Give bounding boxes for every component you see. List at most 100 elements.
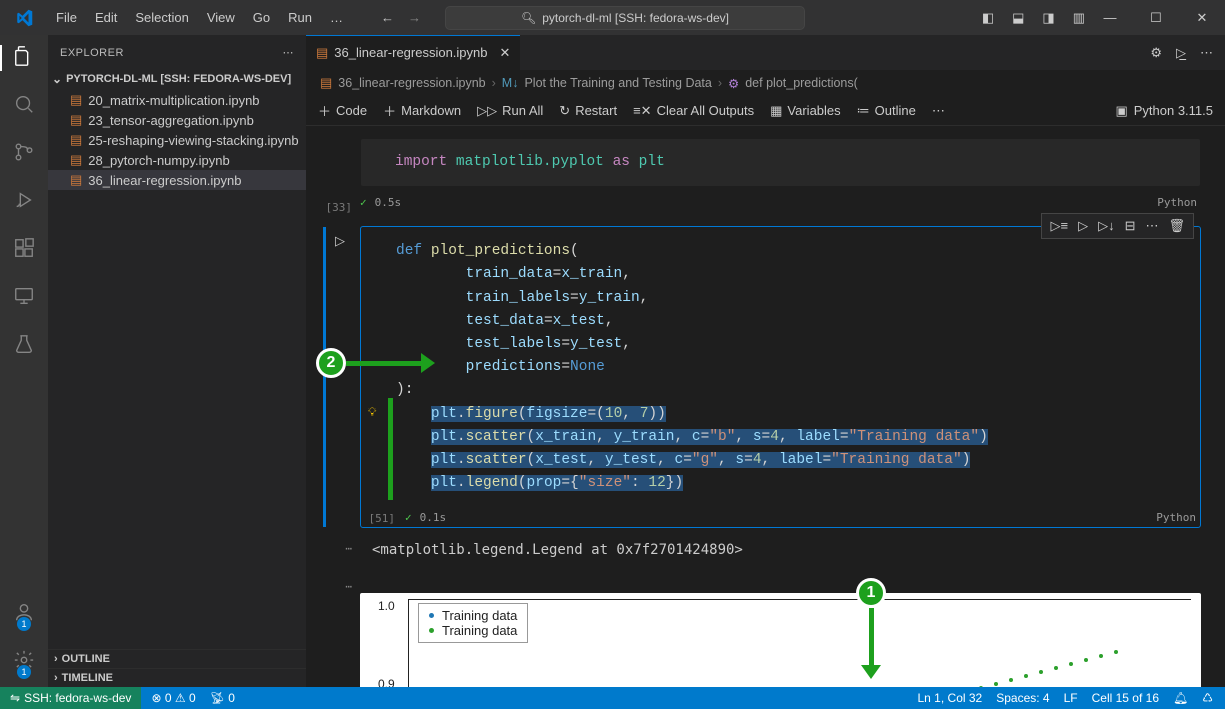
extensions-icon[interactable] <box>13 237 35 265</box>
toolbar-more-icon[interactable]: ⋯ <box>932 103 945 119</box>
cell-lang: Python <box>1157 196 1197 209</box>
vscode-logo-icon <box>0 9 48 27</box>
window-maximize-icon[interactable]: ☐ <box>1133 0 1179 35</box>
menu-edit[interactable]: Edit <box>87 6 125 29</box>
source-control-icon[interactable] <box>13 141 35 169</box>
search-icon: 🔍︎ <box>521 11 536 25</box>
notebook-content[interactable]: import matplotlib.pyplot as plt [33] ✓0.… <box>306 126 1225 687</box>
notebook-icon: ▤ <box>320 75 332 91</box>
notebook-icon: ▤ <box>70 152 82 168</box>
feedback-icon[interactable]: ♺ <box>1202 691 1213 705</box>
code-cell-focused[interactable]: ▷ ▷≡ ▷ ▷↓ ⊟ ⋯ 🗑︎ 💡︎ def plot_predictions… <box>306 226 1225 528</box>
outline-button[interactable]: ≔Outline <box>857 103 916 119</box>
window-close-icon[interactable]: ✕ <box>1179 0 1225 35</box>
notebook-icon: ▤ <box>70 112 82 128</box>
lightbulb-icon[interactable]: 💡︎ <box>368 404 376 423</box>
explorer-icon[interactable] <box>13 45 35 73</box>
restart-button[interactable]: ↻Restart <box>559 103 617 119</box>
testing-icon[interactable] <box>13 333 35 361</box>
notebook-settings-icon[interactable]: ⚙ <box>1150 45 1162 61</box>
command-center-search[interactable]: 🔍︎ pytorch-dl-ml [SSH: fedora-ws-dev] <box>445 6 805 30</box>
clear-outputs-button[interactable]: ≡✕Clear All Outputs <box>633 103 754 119</box>
main-menu: File Edit Selection View Go Run … <box>48 6 351 29</box>
clear-icon: ≡✕ <box>633 103 651 119</box>
more-cell-icon[interactable]: ⋯ <box>1145 218 1158 234</box>
window-minimize-icon[interactable]: — <box>1087 0 1133 35</box>
scatter-points <box>971 633 1171 687</box>
chevron-right-icon: › <box>54 653 58 665</box>
menu-more[interactable]: … <box>322 6 351 29</box>
menu-go[interactable]: Go <box>245 6 278 29</box>
remote-explorer-icon[interactable] <box>13 285 35 313</box>
outline-section[interactable]: ›OUTLINE <box>48 649 306 668</box>
legend-dot-blue <box>429 613 434 618</box>
run-cell-icon[interactable]: ▷ <box>335 233 345 249</box>
file-item[interactable]: ▤23_tensor-aggregation.ipynb <box>48 110 306 130</box>
delete-cell-icon[interactable]: 🗑︎ <box>1168 218 1185 234</box>
nav-forward-icon: → <box>408 10 421 25</box>
tab-label: 36_linear-regression.ipynb <box>334 45 487 60</box>
settings-gear-icon[interactable]: 1 <box>13 649 35 677</box>
settings-badge: 1 <box>17 665 31 679</box>
menu-file[interactable]: File <box>48 6 85 29</box>
breadcrumb[interactable]: ▤ 36_linear-regression.ipynb › M↓ Plot t… <box>306 70 1225 96</box>
more-actions-icon[interactable]: ⋯ <box>1200 45 1213 61</box>
run-debug-icon[interactable] <box>13 189 35 217</box>
accounts-badge: 1 <box>17 617 31 631</box>
notebook-toolbar: ＋Code ＋Markdown ▷▷Run All ↻Restart ≡✕Cle… <box>306 96 1225 126</box>
notifications-icon[interactable]: 🔔︎ <box>1173 691 1188 705</box>
menu-run[interactable]: Run <box>280 6 320 29</box>
cursor-position[interactable]: Ln 1, Col 32 <box>918 691 983 705</box>
plot-output: 1.0 0.9 Training data Training data <box>360 593 1201 687</box>
execution-count: [51] <box>361 508 395 527</box>
add-markdown-button[interactable]: ＋Markdown <box>383 101 461 120</box>
title-bar: File Edit Selection View Go Run … ← → 🔍︎… <box>0 0 1225 35</box>
explorer-more-icon[interactable]: ⋯ <box>283 46 295 59</box>
toggle-secondary-sidebar-icon[interactable]: ◨ <box>1042 10 1054 26</box>
nav-back-icon[interactable]: ← <box>381 10 394 25</box>
file-item-selected[interactable]: ▤36_linear-regression.ipynb <box>48 170 306 190</box>
remote-indicator[interactable]: ⇋ SSH: fedora-ws-dev <box>0 687 141 709</box>
toggle-panel-icon[interactable]: ⬓ <box>1012 10 1024 26</box>
customize-layout-icon[interactable]: ▥ <box>1073 10 1085 26</box>
tab-active[interactable]: ▤ 36_linear-regression.ipynb ✕ <box>306 35 521 70</box>
run-all-inline-icon[interactable]: ▷̲ <box>1176 45 1186 61</box>
kernel-picker[interactable]: ▣ Python 3.11.5 <box>1115 103 1213 119</box>
file-item[interactable]: ▤25-reshaping-viewing-stacking.ipynb <box>48 130 306 150</box>
cell-status: [33] ✓0.5sPython <box>306 193 1225 214</box>
function-icon: ⚙ <box>728 76 739 91</box>
notebook-icon: ▤ <box>316 45 328 61</box>
cell-lang: Python <box>1156 511 1196 524</box>
explorer-sidebar: EXPLORER ⋯ ⌄ PYTORCH-DL-ML [SSH: FEDORA-… <box>48 35 306 687</box>
eol-status[interactable]: LF <box>1064 691 1078 705</box>
run-all-button[interactable]: ▷▷Run All <box>477 103 543 119</box>
code-cell: import matplotlib.pyplot as plt <box>306 138 1225 187</box>
chevron-right-icon: › <box>54 672 58 684</box>
indent-status[interactable]: Spaces: 4 <box>996 691 1049 705</box>
menu-selection[interactable]: Selection <box>127 6 196 29</box>
check-icon: ✓ <box>360 196 367 209</box>
accounts-icon[interactable]: 1 <box>13 601 35 629</box>
cell-toolbar: ▷≡ ▷ ▷↓ ⊟ ⋯ 🗑︎ <box>1041 213 1194 239</box>
chevron-down-icon: ⌄ <box>52 72 62 86</box>
split-cell-icon[interactable]: ⊟ <box>1125 218 1136 234</box>
ports-status[interactable]: 📡︎ 0 <box>210 691 235 705</box>
tab-close-icon[interactable]: ✕ <box>500 45 511 61</box>
problems-status[interactable]: ⊗ 0 ⚠ 0 <box>151 691 195 705</box>
execute-below-icon[interactable]: ▷↓ <box>1098 218 1115 234</box>
workspace-root[interactable]: ⌄ PYTORCH-DL-ML [SSH: FEDORA-WS-DEV] <box>48 70 306 90</box>
variables-icon: ▦ <box>770 103 782 119</box>
exec-time: 0.1s <box>420 511 447 524</box>
search-activity-icon[interactable] <box>13 93 35 121</box>
add-code-button[interactable]: ＋Code <box>318 101 367 120</box>
plot-legend: Training data Training data <box>418 603 528 643</box>
file-item[interactable]: ▤28_pytorch-numpy.ipynb <box>48 150 306 170</box>
cell-position[interactable]: Cell 15 of 16 <box>1092 691 1159 705</box>
toggle-primary-sidebar-icon[interactable]: ◧ <box>982 10 994 26</box>
run-by-line-icon[interactable]: ▷≡ <box>1050 218 1068 234</box>
variables-button[interactable]: ▦Variables <box>770 103 841 119</box>
menu-view[interactable]: View <box>199 6 243 29</box>
execute-cell-icon[interactable]: ▷ <box>1078 218 1088 234</box>
file-item[interactable]: ▤20_matrix-multiplication.ipynb <box>48 90 306 110</box>
timeline-section[interactable]: ›TIMELINE <box>48 668 306 687</box>
